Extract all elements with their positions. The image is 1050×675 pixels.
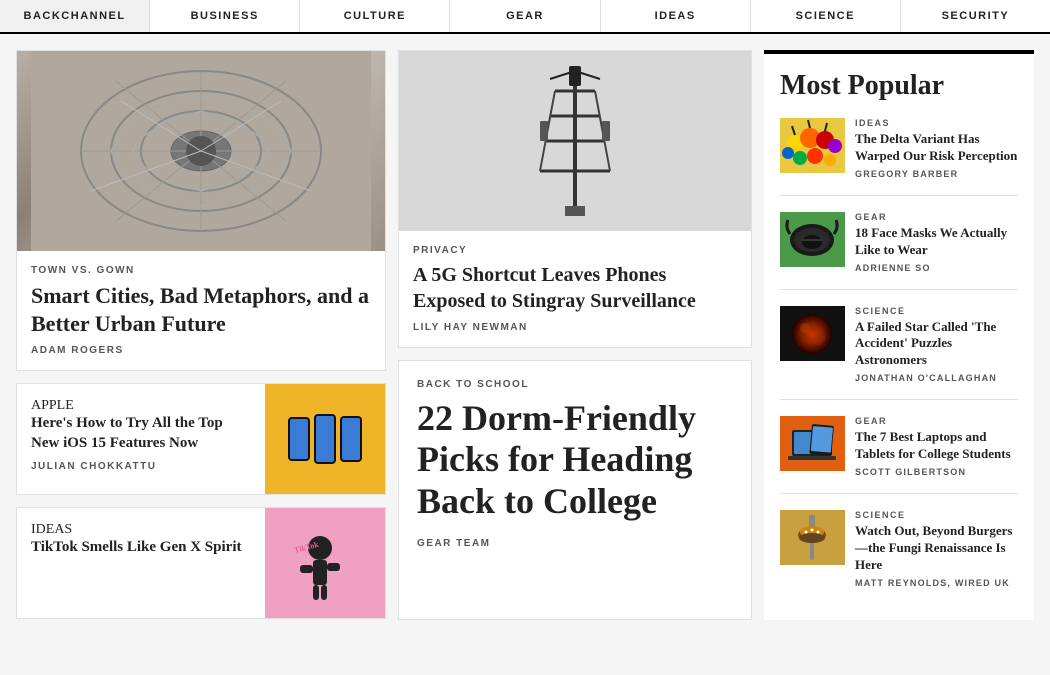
5g-article-author: LILY HAY NEWMAN	[413, 322, 737, 333]
nav-backchannel[interactable]: BACKCHANNEL	[0, 0, 150, 32]
popular-thumb-1	[780, 118, 845, 173]
phone-icon-3	[340, 416, 362, 462]
feature-article-author: ADAM ROGERS	[31, 345, 371, 356]
ios-article-category: APPLE	[31, 398, 251, 414]
popular-text-4: GEAR The 7 Best Laptops and Tablets for …	[855, 416, 1018, 477]
navigation: BACKCHANNEL BUSINESS CULTURE GEAR IDEAS …	[0, 0, 1050, 34]
ios-article-author: JULIAN CHOKKATTU	[31, 461, 251, 472]
mask-thumb-art	[780, 212, 845, 267]
popular-item-5[interactable]: SCIENCE Watch Out, Beyond Burgers—the Fu…	[780, 510, 1018, 604]
tiktok-article-category: IDEAS	[31, 522, 251, 538]
most-popular-heading: Most Popular	[780, 70, 1018, 102]
tiktok-article-thumbnail: TikTok	[265, 508, 385, 618]
ios-article-card[interactable]: APPLE Here's How to Try All the Top New …	[16, 383, 386, 495]
tiktok-article-title: TikTok Smells Like Gen X Spirit	[31, 538, 251, 558]
popular-cat-4: GEAR	[855, 416, 1018, 426]
popular-item-4[interactable]: GEAR The 7 Best Laptops and Tablets for …	[780, 416, 1018, 494]
nav-culture[interactable]: CULTURE	[300, 0, 450, 32]
science-thumb-art	[780, 306, 845, 361]
popular-title-4: The 7 Best Laptops and Tablets for Colle…	[855, 429, 1018, 463]
5g-article-title: A 5G Shortcut Leaves Phones Exposed to S…	[413, 262, 737, 314]
5g-article-category: PRIVACY	[413, 245, 737, 256]
popular-title-5: Watch Out, Beyond Burgers—the Fungi Rena…	[855, 523, 1018, 574]
popular-author-1: GREGORY BARBER	[855, 169, 1018, 179]
popular-cat-2: GEAR	[855, 212, 1018, 222]
dorm-article-card[interactable]: BACK TO SCHOOL 22 Dorm-Friendly Picks fo…	[398, 360, 752, 620]
tower-illustration	[485, 61, 665, 221]
laptops-thumb-art	[780, 416, 845, 471]
popular-title-3: A Failed Star Called 'The Accident' Puzz…	[855, 319, 1018, 370]
popular-author-4: SCOTT GILBERTSON	[855, 467, 1018, 477]
popular-cat-5: SCIENCE	[855, 510, 1018, 520]
popular-thumb-2	[780, 212, 845, 267]
5g-article-body: PRIVACY A 5G Shortcut Leaves Phones Expo…	[399, 231, 751, 347]
nav-security[interactable]: SECURITY	[901, 0, 1050, 32]
popular-thumb-4	[780, 416, 845, 471]
tiktok-article-text: IDEAS TikTok Smells Like Gen X Spirit	[17, 508, 265, 618]
ios-article-title: Here's How to Try All the Top New iOS 15…	[31, 414, 251, 453]
popular-title-2: 18 Face Masks We Actually Like to Wear	[855, 225, 1018, 259]
popular-item-1[interactable]: IDEAS The Delta Variant Has Warped Our R…	[780, 118, 1018, 196]
most-popular-sidebar: Most Popular	[764, 50, 1034, 620]
tiktok-art: TikTok	[285, 523, 365, 603]
popular-item-3[interactable]: SCIENCE A Failed Star Called 'The Accide…	[780, 306, 1018, 401]
nav-gear[interactable]: GEAR	[450, 0, 600, 32]
dorm-article-category: BACK TO SCHOOL	[417, 379, 733, 390]
feature-article-title[interactable]: Smart Cities, Bad Metaphors, and a Bette…	[31, 282, 371, 337]
popular-cat-1: IDEAS	[855, 118, 1018, 128]
feature-article-card[interactable]: TOWN VS. GOWN Smart Cities, Bad Metaphor…	[16, 50, 386, 371]
vessel-illustration	[31, 51, 371, 251]
popular-text-2: GEAR 18 Face Masks We Actually Like to W…	[855, 212, 1018, 273]
popular-thumb-5	[780, 510, 845, 565]
tiktok-article-card[interactable]: IDEAS TikTok Smells Like Gen X Spirit	[16, 507, 386, 619]
nav-science[interactable]: SCIENCE	[751, 0, 901, 32]
phone-icon-2	[314, 414, 336, 464]
popular-title-1: The Delta Variant Has Warped Our Risk Pe…	[855, 131, 1018, 165]
popular-text-3: SCIENCE A Failed Star Called 'The Accide…	[855, 306, 1018, 384]
ios-article-thumbnail	[265, 384, 385, 494]
popular-author-5: MATT REYNOLDS, WIRED UK	[855, 578, 1018, 588]
middle-column: PRIVACY A 5G Shortcut Leaves Phones Expo…	[398, 50, 752, 620]
nav-business[interactable]: BUSINESS	[150, 0, 300, 32]
5g-article-card[interactable]: PRIVACY A 5G Shortcut Leaves Phones Expo…	[398, 50, 752, 348]
popular-thumb-3	[780, 306, 845, 361]
ios-article-text: APPLE Here's How to Try All the Top New …	[17, 384, 265, 494]
feature-article-image	[17, 51, 385, 251]
feature-article-category: TOWN VS. GOWN	[31, 265, 371, 276]
left-column: TOWN VS. GOWN Smart Cities, Bad Metaphor…	[16, 50, 386, 620]
feature-article-body: TOWN VS. GOWN Smart Cities, Bad Metaphor…	[17, 251, 385, 370]
popular-author-3: JONATHAN O'CALLAGHAN	[855, 373, 1018, 383]
nav-ideas[interactable]: IDEAS	[601, 0, 751, 32]
main-content: TOWN VS. GOWN Smart Cities, Bad Metaphor…	[0, 34, 1050, 636]
popular-author-2: ADRIENNE SO	[855, 263, 1018, 273]
popular-text-5: SCIENCE Watch Out, Beyond Burgers—the Fu…	[855, 510, 1018, 588]
fungi-thumb-art	[780, 510, 845, 565]
ideas-thumb-art	[780, 118, 845, 173]
popular-item-2[interactable]: GEAR 18 Face Masks We Actually Like to W…	[780, 212, 1018, 290]
5g-article-image	[399, 51, 751, 231]
popular-cat-3: SCIENCE	[855, 306, 1018, 316]
dorm-article-title: 22 Dorm-Friendly Picks for Heading Back …	[417, 398, 733, 522]
phone-icon-1	[288, 417, 310, 461]
popular-text-1: IDEAS The Delta Variant Has Warped Our R…	[855, 118, 1018, 179]
dorm-article-author: GEAR TEAM	[417, 538, 733, 549]
